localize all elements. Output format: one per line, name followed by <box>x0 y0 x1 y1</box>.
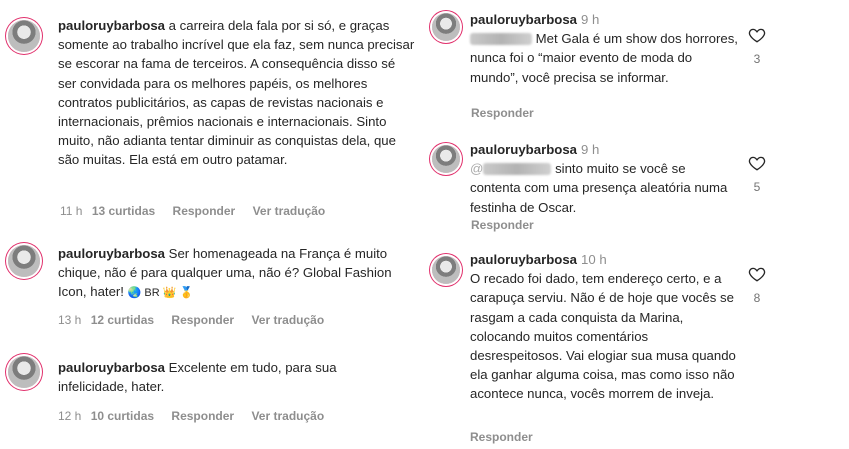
likes-count[interactable]: 10 curtidas <box>91 409 154 423</box>
translate-button[interactable]: Ver tradução <box>253 204 326 218</box>
emoji-badges: 🌏 BR 👑 🥇 <box>127 287 194 300</box>
comment-1: pauloruybarbosa a carreira dela fala por… <box>8 18 428 228</box>
reply-2: pauloruybarbosa 9 h @ sinto muito se você… <box>432 140 772 240</box>
username-link[interactable]: pauloruybarbosa <box>58 246 165 261</box>
timestamp: 9 h <box>581 12 600 27</box>
comment-body: pauloruybarbosa Ser homenageada na Franç… <box>58 244 398 304</box>
comment-2: pauloruybarbosa Ser homenageada na Franç… <box>8 243 428 333</box>
translate-button[interactable]: Ver tradução <box>251 313 324 327</box>
like-count: 8 <box>753 291 761 305</box>
timestamp: 10 h <box>581 252 607 267</box>
like-count: 3 <box>753 52 761 66</box>
avatar[interactable] <box>432 145 460 173</box>
comment-meta: Responder <box>470 430 547 444</box>
comment-meta: 13 h 12 curtidas Responder Ver tradução <box>58 313 338 327</box>
timestamp: 12 h <box>58 409 82 423</box>
translate-button[interactable]: Ver tradução <box>251 409 324 423</box>
heart-outline-icon[interactable] <box>748 154 766 172</box>
comment-meta: 11 h 13 curtidas Responder Ver tradução <box>60 204 339 218</box>
comment-3: pauloruybarbosa Excelente em tudo, para … <box>8 356 428 426</box>
mention-redacted <box>470 33 532 46</box>
mention-redacted <box>483 163 552 176</box>
reply-button[interactable]: Responder <box>471 106 534 120</box>
heart-outline-icon[interactable] <box>748 265 766 283</box>
avatar[interactable] <box>8 245 40 277</box>
heart-outline-icon[interactable] <box>748 26 766 44</box>
like-count: 5 <box>753 180 761 194</box>
comment-meta: 12 h 10 curtidas Responder Ver tradução <box>58 409 338 423</box>
comment-text: a carreira dela fala por si só, e graças… <box>58 18 415 168</box>
timestamp: 13 h <box>58 313 82 327</box>
likes-count[interactable]: 13 curtidas <box>92 204 155 218</box>
timestamp: 11 h <box>60 204 83 218</box>
comment-body: pauloruybarbosa 10 h O recado foi dado, t… <box>470 250 742 404</box>
comment-meta: Responder <box>471 218 548 232</box>
username-link[interactable]: pauloruybarbosa <box>470 142 577 157</box>
reply-3: pauloruybarbosa 10 h O recado foi dado, t… <box>432 250 772 446</box>
comment-body: pauloruybarbosa 9 h @ sinto muito se você… <box>470 140 738 217</box>
reply-button[interactable]: Responder <box>471 218 534 232</box>
username-link[interactable]: pauloruybarbosa <box>470 12 577 27</box>
avatar[interactable] <box>432 13 460 41</box>
comment-body: pauloruybarbosa a carreira dela fala por… <box>58 16 416 170</box>
avatar[interactable] <box>8 20 40 52</box>
comment-meta: Responder <box>471 106 548 120</box>
timestamp: 9 h <box>581 142 600 157</box>
username-link[interactable]: pauloruybarbosa <box>58 360 165 375</box>
comment-body: pauloruybarbosa Excelente em tudo, para … <box>58 358 388 396</box>
username-link[interactable]: pauloruybarbosa <box>58 18 165 33</box>
avatar[interactable] <box>432 256 460 284</box>
reply-button[interactable]: Responder <box>470 430 533 444</box>
avatar[interactable] <box>8 356 40 388</box>
comment-text: O recado foi dado, tem endereço certo, e… <box>470 271 736 402</box>
reply-button[interactable]: Responder <box>171 313 234 327</box>
reply-button[interactable]: Responder <box>171 409 234 423</box>
mention-prefix: @ <box>470 161 484 177</box>
username-link[interactable]: pauloruybarbosa <box>470 252 577 267</box>
reply-button[interactable]: Responder <box>173 204 236 218</box>
reply-1: pauloruybarbosa 9 h Met Gala é um show do… <box>432 8 772 128</box>
comment-body: pauloruybarbosa 9 h Met Gala é um show do… <box>470 10 738 87</box>
likes-count[interactable]: 12 curtidas <box>91 313 154 327</box>
